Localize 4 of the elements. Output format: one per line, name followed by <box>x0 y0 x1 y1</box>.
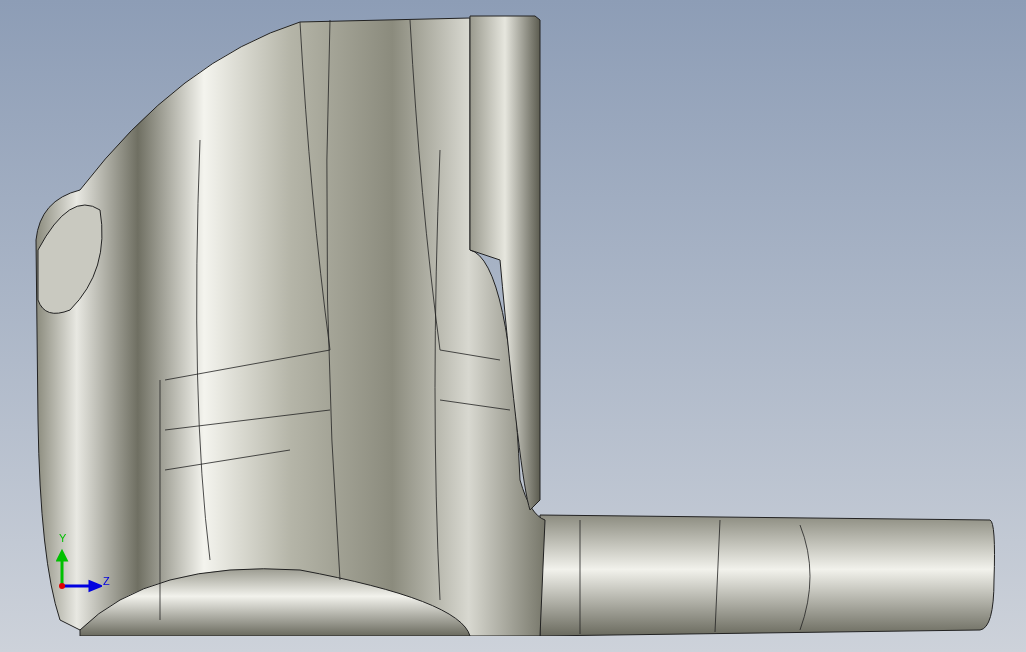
viewport[interactable]: Y Z <box>0 0 1026 652</box>
axis-label: Z <box>103 576 110 587</box>
axis-label: Y <box>59 533 67 544</box>
triad-axes-drawing <box>56 548 102 594</box>
